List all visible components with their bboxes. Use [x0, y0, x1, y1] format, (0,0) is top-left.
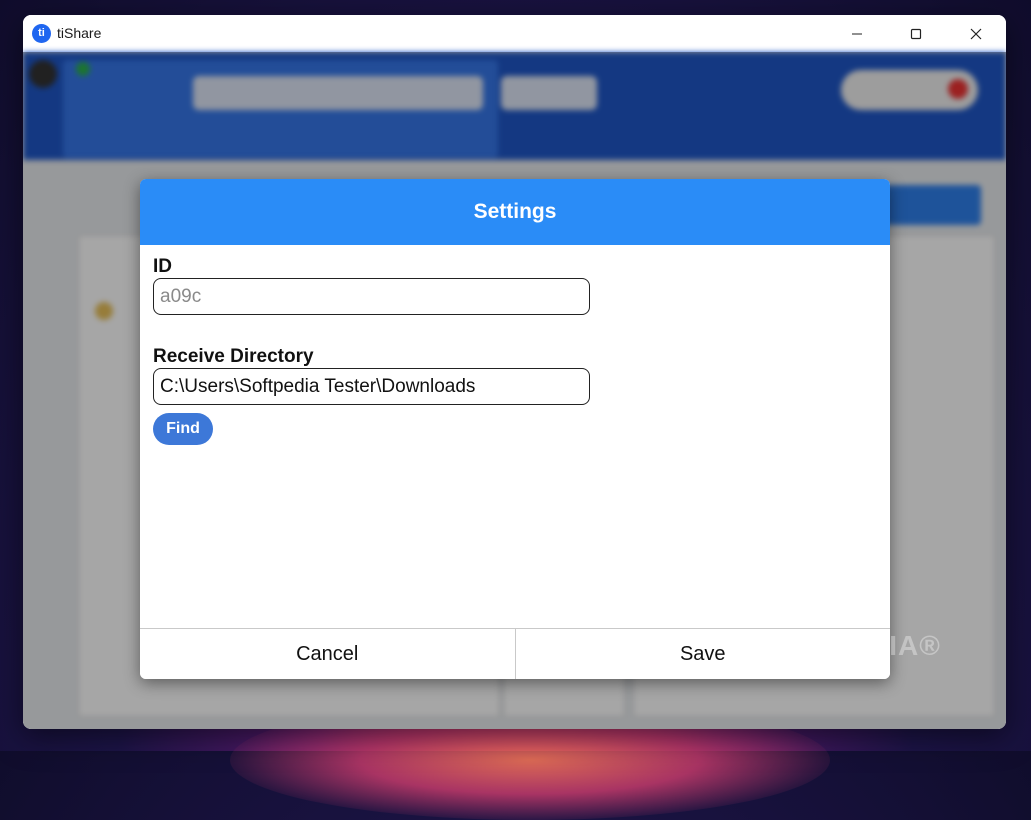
settings-dialog: Settings ID Receive Directory Find Cance… [140, 179, 890, 679]
close-icon [970, 28, 982, 39]
dialog-title: Settings [473, 200, 557, 223]
softpedia-watermark: SOFTPEDIA® [750, 630, 941, 661]
cancel-button[interactable]: Cancel [140, 629, 516, 679]
maximize-icon [910, 28, 922, 39]
find-button[interactable]: Find [153, 413, 213, 445]
title-bar[interactable]: ti tiShare [23, 15, 1006, 52]
app-window: ti tiShare Settings ID a09c Receive Dire… [23, 15, 1006, 729]
receive-directory-input[interactable] [153, 368, 590, 405]
id-input[interactable] [153, 278, 590, 315]
minimize-button[interactable] [828, 15, 886, 52]
app-logo-icon: ti [32, 24, 51, 43]
app-background: Settings ID Receive Directory Find Cance… [23, 52, 1006, 729]
close-button[interactable] [947, 15, 1005, 52]
id-label: ID [153, 256, 172, 277]
receive-directory-label: Receive Directory [153, 346, 314, 367]
app-title: tiShare [57, 25, 102, 41]
dialog-header: Settings [140, 179, 890, 245]
minimize-icon [852, 33, 862, 34]
maximize-button[interactable] [887, 15, 945, 52]
